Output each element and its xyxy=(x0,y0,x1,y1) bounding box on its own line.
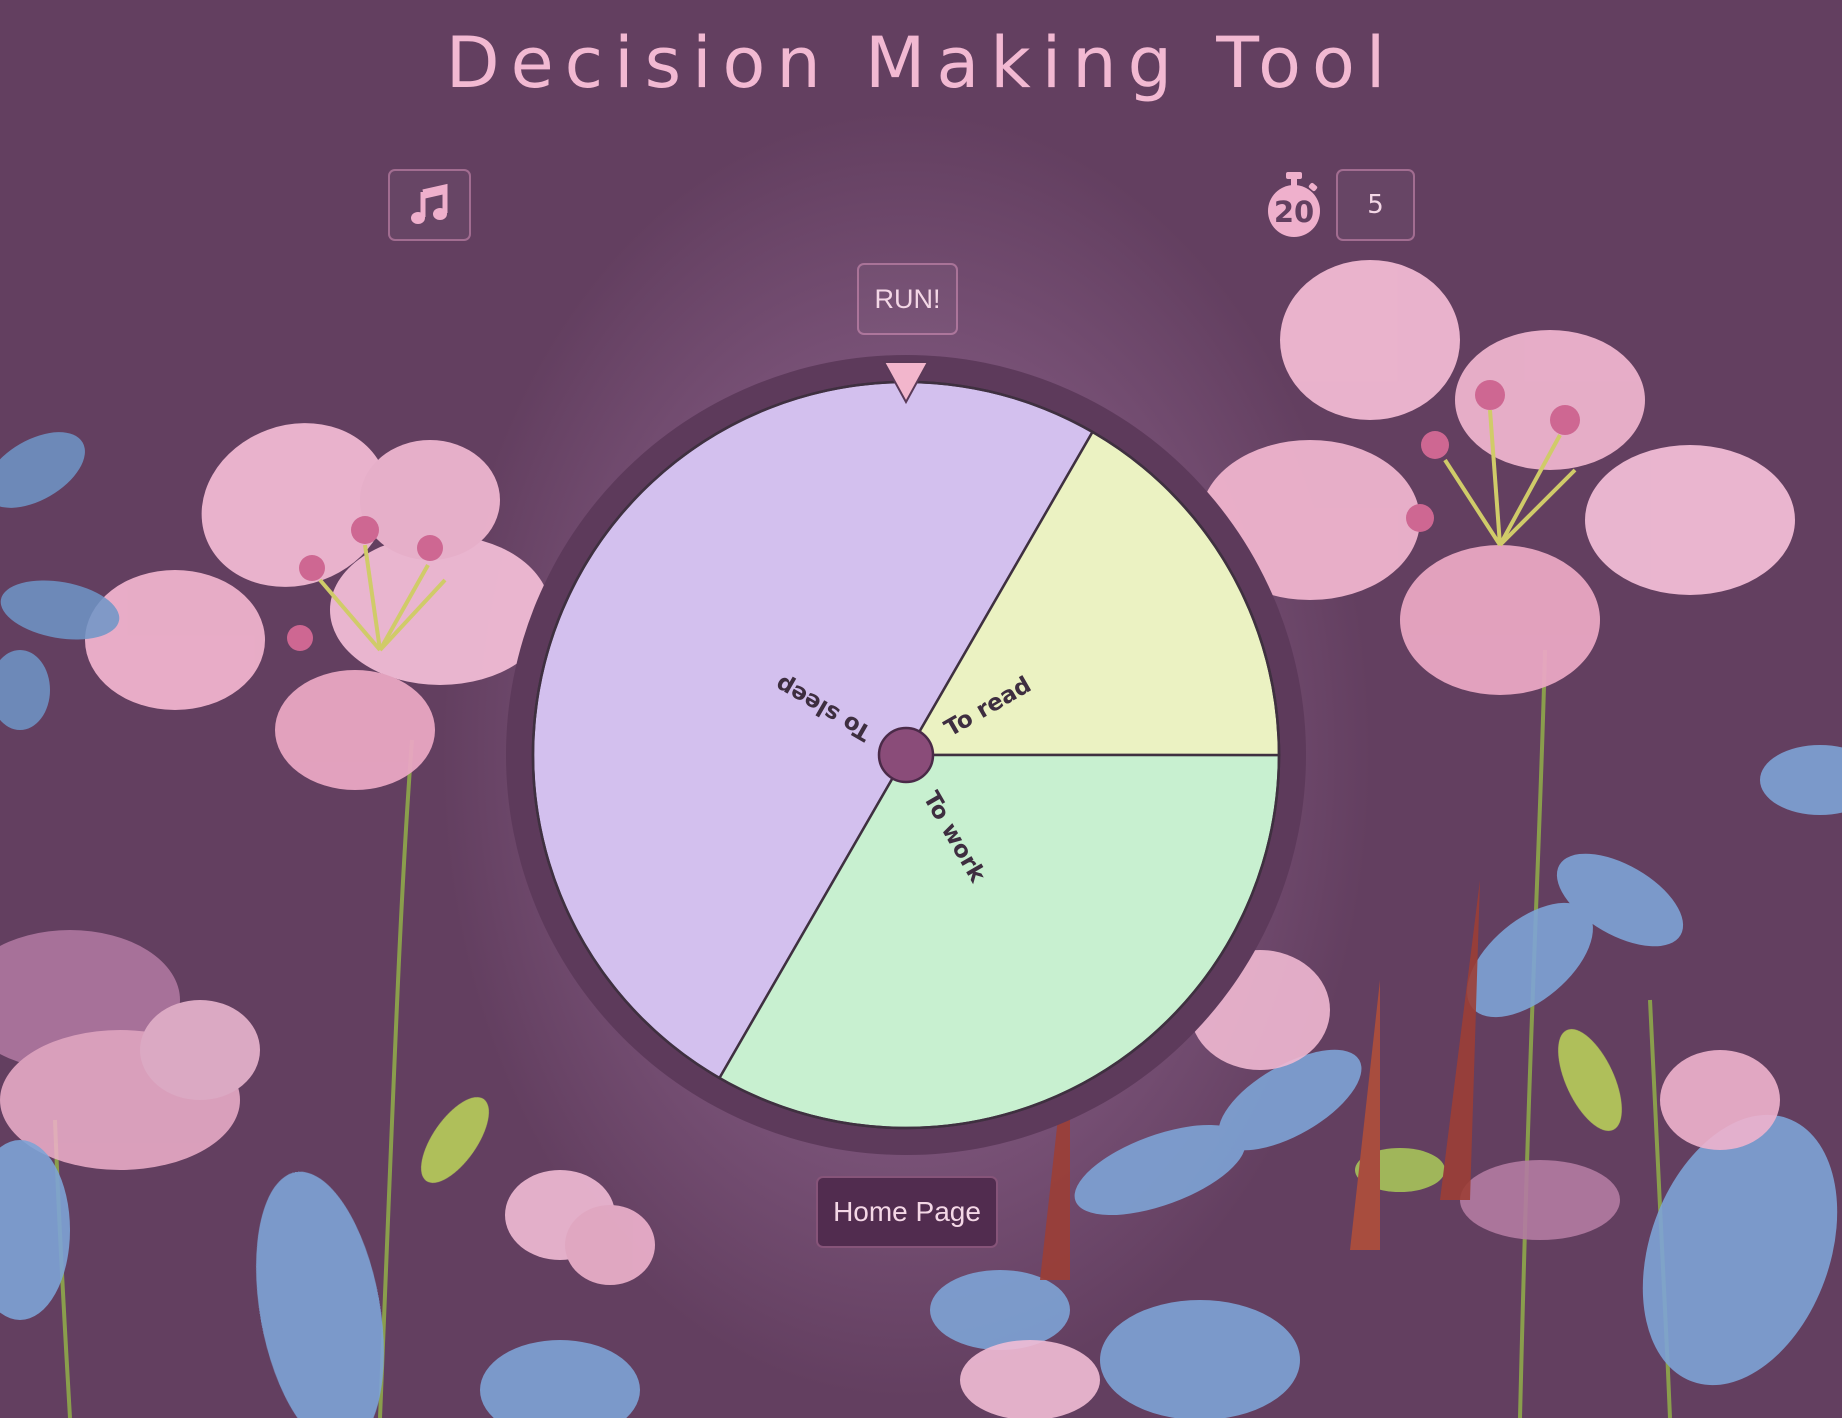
stopwatch-icon-text: 20 xyxy=(1274,195,1314,229)
decision-wheel[interactable]: To sleep To readTo work xyxy=(506,355,1306,1155)
music-toggle-button[interactable] xyxy=(388,169,471,241)
timer-seconds-input[interactable]: 5 xyxy=(1336,169,1415,241)
run-button[interactable]: RUN! xyxy=(857,263,958,335)
stopwatch-icon: 20 xyxy=(1268,172,1320,237)
wheel-hub[interactable] xyxy=(877,726,935,784)
music-note-icon xyxy=(410,183,447,224)
home-page-button[interactable]: Home Page xyxy=(816,1176,998,1248)
page-title: Decision Making Tool xyxy=(445,22,1397,104)
